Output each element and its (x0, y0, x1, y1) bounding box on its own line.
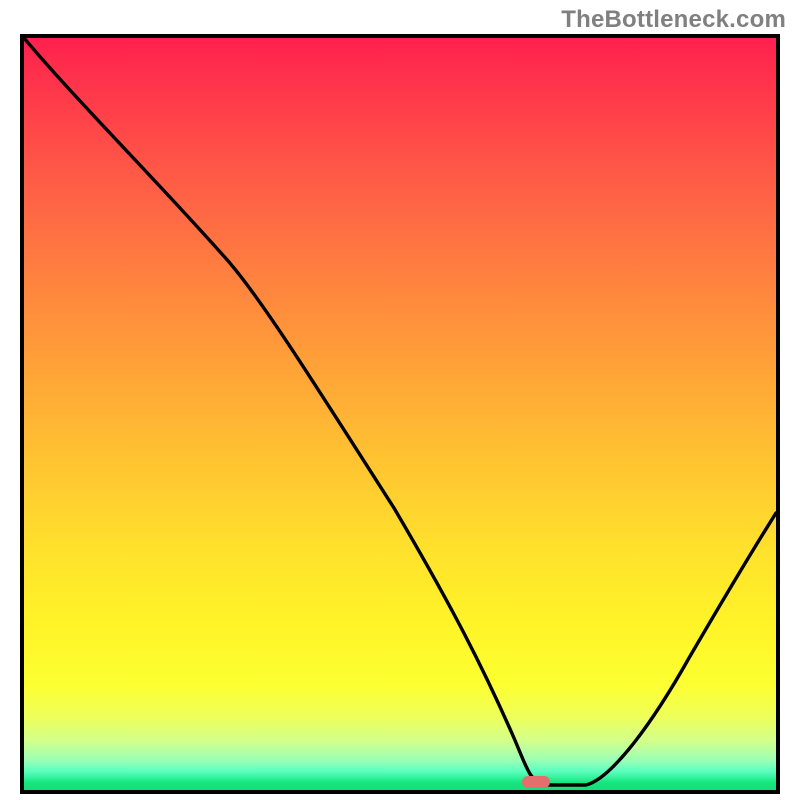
current-config-marker (522, 776, 550, 788)
watermark-text: TheBottleneck.com (561, 6, 786, 34)
curve-path (24, 38, 776, 785)
bottleneck-curve (24, 38, 776, 790)
chart-stage: TheBottleneck.com (0, 0, 800, 800)
plot-frame (20, 34, 780, 794)
